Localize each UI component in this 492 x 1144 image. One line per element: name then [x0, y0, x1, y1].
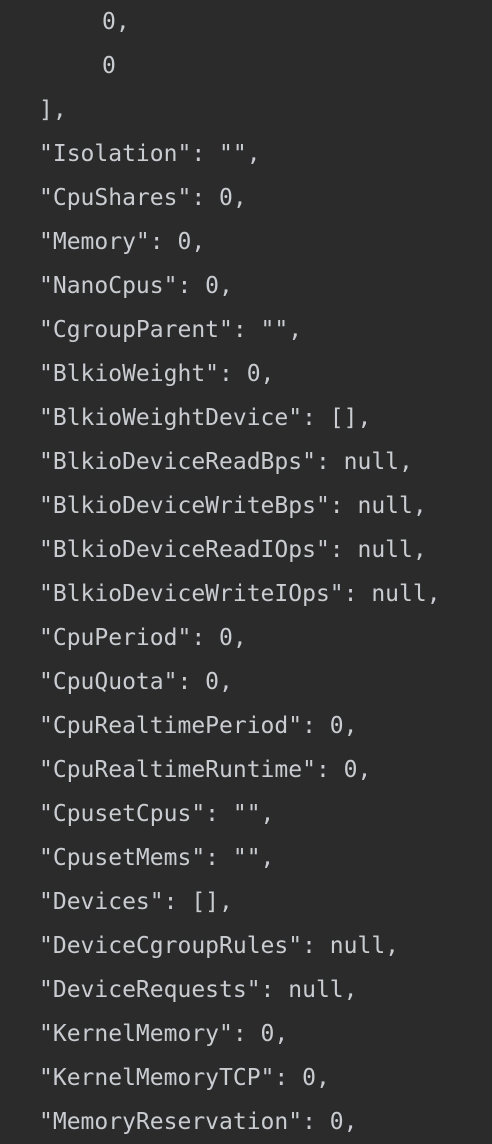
code-line[interactable]: "BlkioDeviceWriteIOps": null,: [0, 572, 492, 616]
code-line[interactable]: "KernelMemory": 0,: [0, 1012, 492, 1056]
code-line[interactable]: "BlkioDeviceReadBps": null,: [0, 440, 492, 484]
code-line[interactable]: "BlkioWeightDevice": [],: [0, 396, 492, 440]
code-line[interactable]: ],: [0, 88, 492, 132]
code-line[interactable]: "KernelMemoryTCP": 0,: [0, 1056, 492, 1100]
code-line[interactable]: "CpusetCpus": "",: [0, 792, 492, 836]
code-line[interactable]: "CpuRealtimeRuntime": 0,: [0, 748, 492, 792]
code-line[interactable]: "CgroupParent": "",: [0, 308, 492, 352]
code-line[interactable]: "BlkioDeviceReadIOps": null,: [0, 528, 492, 572]
code-line[interactable]: 0: [0, 44, 492, 88]
code-line[interactable]: "BlkioDeviceWriteBps": null,: [0, 484, 492, 528]
code-line[interactable]: "Isolation": "",: [0, 132, 492, 176]
code-line[interactable]: "Memory": 0,: [0, 220, 492, 264]
code-line[interactable]: "NanoCpus": 0,: [0, 264, 492, 308]
code-line[interactable]: "CpuQuota": 0,: [0, 660, 492, 704]
code-line[interactable]: "BlkioWeight": 0,: [0, 352, 492, 396]
code-lines: 0, 0 ], "Isolation": "", "CpuShares": 0,…: [0, 0, 492, 1144]
code-line[interactable]: "DeviceCgroupRules": null,: [0, 924, 492, 968]
code-line[interactable]: "DeviceRequests": null,: [0, 968, 492, 1012]
code-line[interactable]: 0,: [0, 0, 492, 44]
code-line[interactable]: "Devices": [],: [0, 880, 492, 924]
code-line[interactable]: "CpuRealtimePeriod": 0,: [0, 704, 492, 748]
code-line[interactable]: "CpusetMems": "",: [0, 836, 492, 880]
code-line[interactable]: "CpuShares": 0,: [0, 176, 492, 220]
code-line[interactable]: "MemoryReservation": 0,: [0, 1100, 492, 1144]
code-editor[interactable]: 0, 0 ], "Isolation": "", "CpuShares": 0,…: [0, 0, 492, 1144]
code-line[interactable]: "CpuPeriod": 0,: [0, 616, 492, 660]
